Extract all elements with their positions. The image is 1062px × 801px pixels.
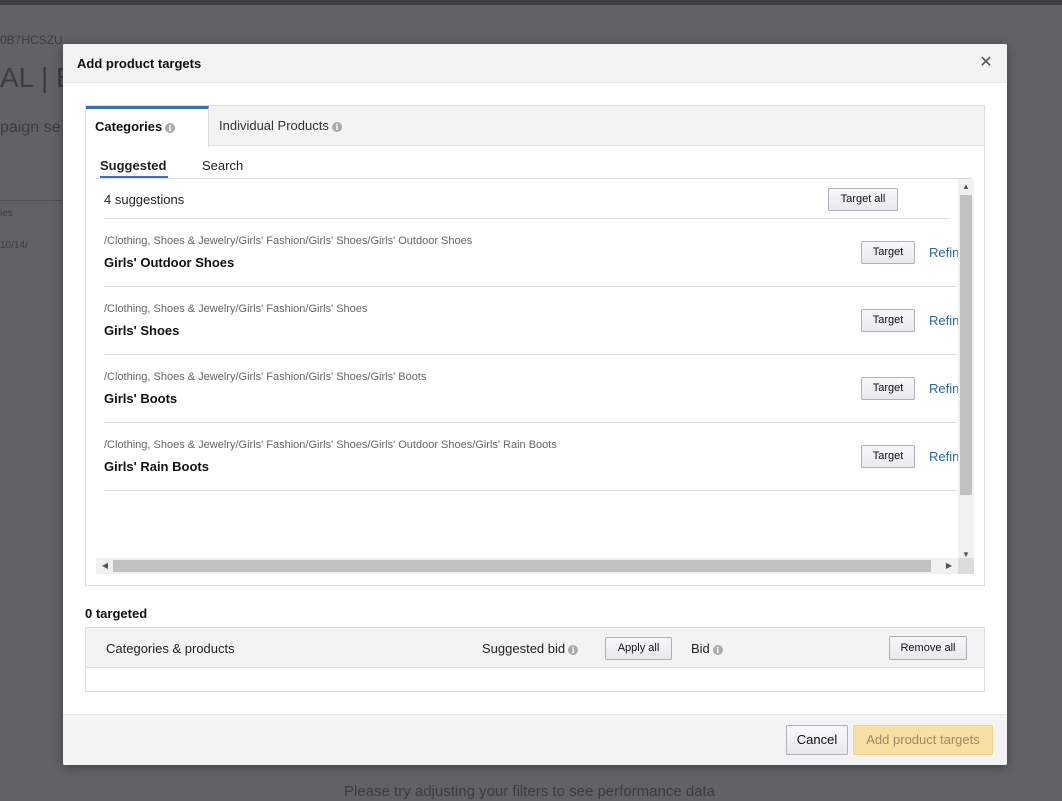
list-item: /Clothing, Shoes & Jewelry/Girls' Fashio… (104, 219, 959, 287)
target-button[interactable]: Target (861, 445, 915, 468)
suggestions-header: 4 suggestions Target all (104, 179, 949, 219)
refine-link[interactable]: Refin (929, 313, 959, 328)
category-name: Girls' Shoes (104, 323, 180, 338)
tab-individual-products[interactable]: Individual Products i (219, 106, 342, 146)
apply-all-button[interactable]: Apply all (605, 637, 672, 660)
tab-bar: Categories i Individual Products i (86, 106, 984, 147)
info-icon[interactable]: i (712, 645, 723, 655)
scrollbar-corner (958, 558, 974, 574)
scroll-up-arrow-icon[interactable]: ▲ (958, 180, 974, 194)
column-suggested-bid: Suggested bid i (482, 641, 579, 656)
category-name: Girls' Rain Boots (104, 459, 209, 474)
target-all-button[interactable]: Target all (828, 188, 898, 211)
targeting-tab-panel: Categories i Individual Products i Suggest… (85, 105, 985, 586)
scroll-right-arrow-icon[interactable]: ▶ (942, 558, 956, 574)
column-suggested-bid-label: Suggested bid (482, 641, 566, 656)
targeted-table-header: Categories & products Suggested bid i App… (86, 628, 984, 668)
subtab-suggested[interactable]: Suggested (100, 158, 168, 178)
category-path: /Clothing, Shoes & Jewelry/Girls' Fashio… (104, 303, 368, 315)
refine-link[interactable]: Refin (929, 449, 959, 464)
column-categories-products: Categories & products (106, 641, 235, 656)
target-button[interactable]: Target (861, 377, 915, 400)
tab-categories-label: Categories (95, 119, 163, 134)
targeted-table: Categories & products Suggested bid i App… (85, 627, 985, 692)
target-button[interactable]: Target (861, 241, 915, 264)
suggestions-count: 4 suggestions (104, 192, 185, 207)
targeted-count: 0 targeted (85, 606, 148, 621)
info-icon[interactable]: i (165, 123, 176, 133)
category-path: /Clothing, Shoes & Jewelry/Girls' Fashio… (104, 235, 473, 247)
add-product-targets-modal: Add product targets ✕ Categories i Indivi… (63, 44, 1007, 765)
info-icon[interactable]: i (568, 645, 579, 655)
tab-categories[interactable]: Categories i (86, 106, 209, 147)
refine-link[interactable]: Refin (929, 245, 959, 260)
category-name: Girls' Boots (104, 391, 178, 406)
background-small-text: 10/14/ (0, 240, 28, 251)
target-button[interactable]: Target (861, 309, 915, 332)
background-empty-message: Please try adjusting your filters to see… (344, 783, 716, 800)
vertical-scrollbar-thumb[interactable] (960, 195, 972, 495)
column-bid-label: Bid (691, 641, 710, 656)
add-product-targets-button[interactable]: Add product targets (853, 725, 993, 755)
remove-all-button[interactable]: Remove all (889, 636, 967, 660)
modal-header: Add product targets ✕ (63, 44, 1007, 83)
list-item: /Clothing, Shoes & Jewelry/Girls' Fashio… (104, 423, 959, 491)
category-path: /Clothing, Shoes & Jewelry/Girls' Fashio… (104, 439, 557, 451)
background-small-text: ies (0, 208, 13, 219)
close-icon[interactable]: ✕ (977, 53, 995, 73)
modal-title: Add product targets (77, 56, 202, 71)
tab-individual-products-label: Individual Products (219, 118, 329, 133)
scroll-left-arrow-icon[interactable]: ◀ (98, 558, 112, 574)
vertical-scrollbar[interactable]: ▲ ▼ (958, 179, 974, 564)
suggestions-list: 4 suggestions Target all /Clothing, Shoe… (96, 179, 974, 576)
horizontal-scrollbar-thumb[interactable] (113, 560, 931, 572)
background-subtitle: paign se (0, 119, 61, 136)
list-item: /Clothing, Shoes & Jewelry/Girls' Fashio… (104, 287, 959, 355)
cancel-button[interactable]: Cancel (786, 725, 848, 755)
background-divider (0, 200, 62, 201)
column-bid: Bid i (691, 641, 723, 656)
background-top-bar (0, 0, 1062, 5)
category-path: /Clothing, Shoes & Jewelry/Girls' Fashio… (104, 371, 427, 383)
refine-link[interactable]: Refin (929, 381, 959, 396)
category-name: Girls' Outdoor Shoes (104, 255, 235, 270)
horizontal-scrollbar[interactable]: ◀ ▶ (96, 558, 958, 574)
background-asin: 0B7HCSZU (0, 33, 63, 47)
subtab-search[interactable]: Search (202, 158, 243, 173)
list-item: /Clothing, Shoes & Jewelry/Girls' Fashio… (104, 355, 959, 423)
modal-footer: Cancel Add product targets (63, 714, 1007, 765)
info-icon[interactable]: i (331, 122, 342, 132)
